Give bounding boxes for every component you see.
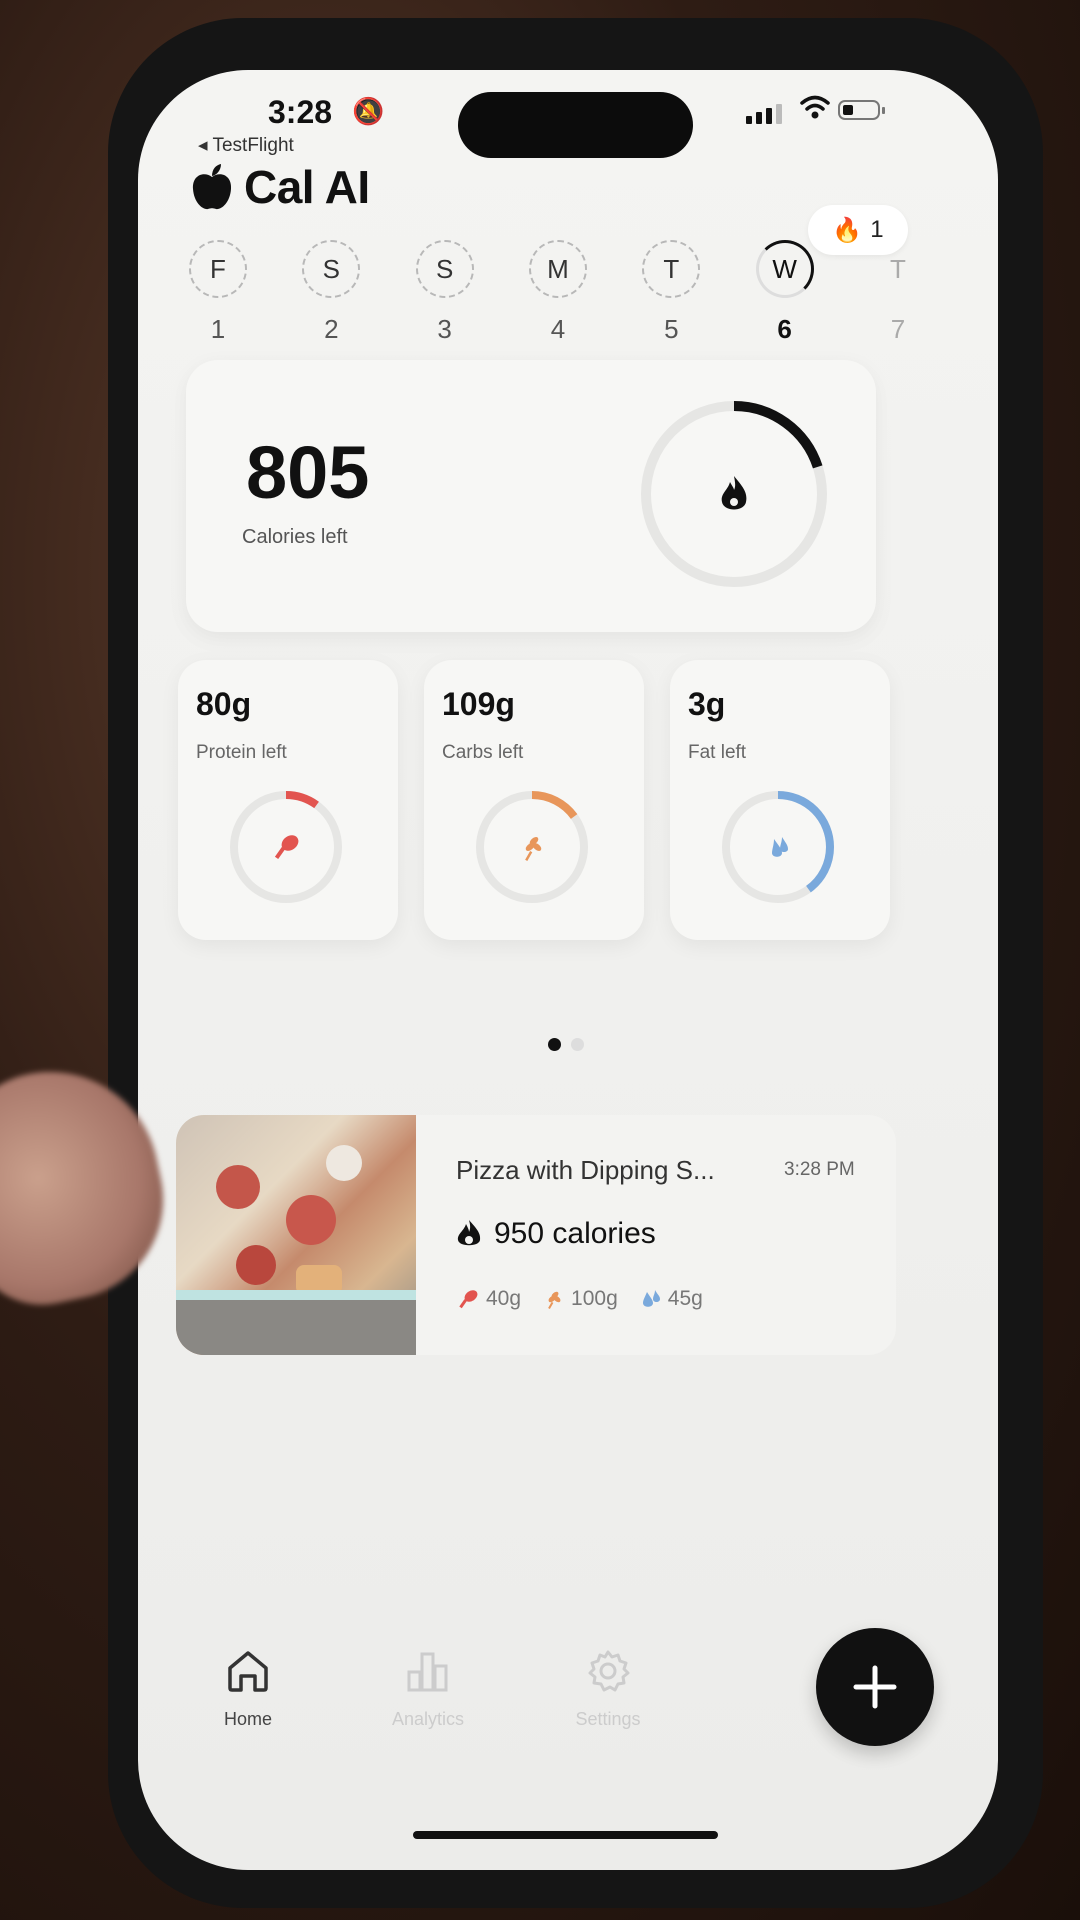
meal-photo	[176, 1115, 416, 1355]
day-letter: M	[528, 240, 587, 298]
apple-logo-icon	[192, 164, 232, 210]
protein-left-value: 80g	[196, 686, 252, 722]
page-indicator[interactable]	[548, 1038, 584, 1051]
week-selector: F 1 S 2 S 3 M 4 T 5 W 6 T 7	[178, 240, 938, 345]
protein-card[interactable]: 80g Protein left	[178, 660, 398, 940]
macros-row: 80g Protein left 109g Carbs left 3g Fat …	[178, 660, 958, 940]
fat-left-label: Fat left	[688, 742, 747, 763]
battery-icon	[838, 100, 885, 120]
drumstick-icon	[459, 1290, 478, 1309]
day-letter: T	[890, 253, 906, 284]
day-letter: F	[189, 240, 247, 298]
day-date: 1	[210, 314, 226, 344]
meal-title: Pizza with Dipping S...	[456, 1155, 715, 1185]
day-date: 5	[664, 314, 679, 344]
day-item[interactable]: M 4	[518, 240, 598, 345]
tab-home[interactable]: Home	[178, 1648, 318, 1730]
carbs-card[interactable]: 109g Carbs left	[424, 660, 644, 940]
carbs-left-label: Carbs left	[442, 742, 524, 763]
bell-muted-icon: 🔕	[352, 96, 385, 126]
meal-fat: 45g	[640, 1287, 703, 1311]
wheat-icon	[548, 1291, 561, 1309]
home-icon	[228, 1651, 268, 1692]
calories-progress-ring	[641, 401, 827, 587]
protein-left-label: Protein left	[196, 742, 287, 763]
meal-log-card[interactable]: Pizza with Dipping S... 3:28 PM 950 calo…	[176, 1115, 896, 1355]
day-item[interactable]: T 7	[858, 240, 938, 345]
page-dot	[571, 1038, 584, 1051]
calories-left-value: 805	[246, 431, 370, 514]
home-indicator[interactable]	[413, 1831, 718, 1839]
day-item[interactable]: S 2	[291, 240, 371, 345]
app-title: Cal AI	[190, 160, 370, 214]
day-item[interactable]: F 1	[178, 240, 258, 345]
day-item-selected[interactable]: W 6	[745, 240, 825, 345]
tab-settings-label: Settings	[575, 1709, 641, 1729]
tab-home-label: Home	[223, 1709, 272, 1729]
bar-chart-icon	[407, 1652, 448, 1692]
droplet-icon	[772, 837, 788, 857]
day-letter: T	[642, 240, 701, 298]
tab-analytics[interactable]: Analytics	[358, 1648, 498, 1730]
cellular-signal-icon	[746, 104, 782, 124]
day-letter: S	[302, 240, 361, 298]
gear-icon	[588, 1650, 630, 1692]
wheat-icon	[525, 837, 542, 861]
day-date: 4	[550, 314, 566, 344]
meal-fat-value: 45g	[667, 1287, 703, 1310]
carbs-progress-ring	[476, 791, 588, 903]
meal-carbs-value: 100g	[571, 1287, 618, 1310]
meal-protein-value: 40g	[486, 1287, 522, 1310]
carbs-left-value: 109g	[442, 686, 515, 722]
meal-macros: 40g 100g 45g	[458, 1287, 703, 1311]
protein-progress-ring	[230, 791, 342, 903]
page-dot-active	[548, 1038, 561, 1051]
fat-card[interactable]: 3g Fat left	[670, 660, 890, 940]
bottom-tab-bar: Home Analytics Settings	[178, 1648, 678, 1730]
day-letter: S	[415, 240, 474, 298]
day-date: 3	[437, 314, 452, 344]
day-date: 2	[324, 314, 339, 344]
back-app-label: TestFlight	[212, 135, 294, 156]
back-to-app-link[interactable]: ◂ TestFlight	[198, 134, 294, 157]
day-item[interactable]: T 5	[631, 240, 711, 345]
status-time: 3:28	[268, 94, 333, 130]
day-date: 6	[777, 314, 792, 344]
calories-card[interactable]: 805 Calories left	[186, 360, 876, 632]
tab-analytics-label: Analytics	[391, 1709, 465, 1729]
app-name: Cal AI	[244, 161, 370, 213]
meal-carbs: 100g	[543, 1287, 618, 1311]
fat-progress-ring	[722, 791, 834, 903]
wifi-icon	[800, 95, 830, 119]
day-item[interactable]: S 3	[405, 240, 485, 345]
plus-icon	[853, 1665, 897, 1709]
fat-left-value: 3g	[688, 686, 726, 722]
calories-left-label: Calories left	[242, 526, 348, 548]
app-screen: 3:28 🔕 ◂ TestFlight Cal AI 🔥 1 F 1 S 2 S…	[138, 70, 998, 1870]
flame-icon	[457, 1220, 481, 1246]
day-letter: W	[755, 240, 814, 298]
flame-icon	[721, 476, 747, 510]
add-meal-button[interactable]	[816, 1628, 934, 1746]
tab-settings[interactable]: Settings	[538, 1648, 678, 1730]
droplet-icon	[642, 1290, 660, 1307]
day-date: 7	[890, 314, 906, 344]
meal-calories-value: 950 calories	[494, 1217, 656, 1250]
meal-protein: 40g	[458, 1287, 521, 1311]
meal-calories: 950 calories	[456, 1217, 656, 1251]
meal-time: 3:28 PM	[784, 1159, 855, 1180]
dynamic-island	[458, 92, 693, 158]
drumstick-icon	[274, 835, 299, 860]
